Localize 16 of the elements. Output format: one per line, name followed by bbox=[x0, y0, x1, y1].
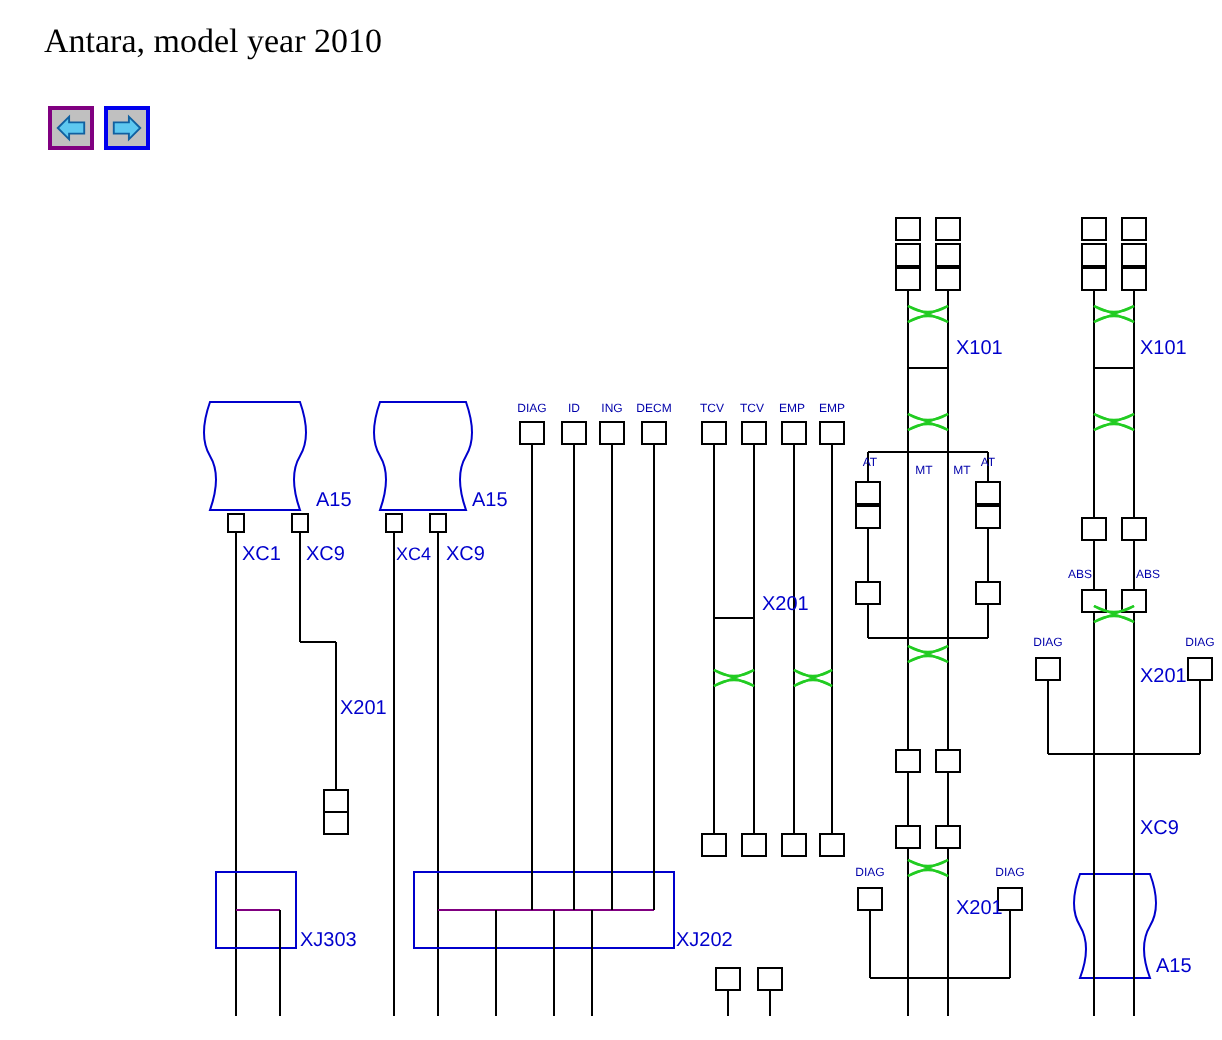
connector-label: X101 bbox=[1140, 338, 1187, 360]
connector-label: X101 bbox=[956, 338, 1003, 360]
connector-label: XC9 bbox=[306, 544, 345, 566]
connector-label: XC9 bbox=[1140, 818, 1179, 840]
connector-label: XC9 bbox=[446, 544, 485, 566]
connector-label: XC1 bbox=[242, 544, 281, 566]
connector-label: XJ202 bbox=[676, 930, 733, 952]
connector-label: X201 bbox=[1140, 666, 1187, 688]
page-title: Antara, model year 2010 bbox=[44, 22, 384, 62]
connector-label: XC4 bbox=[396, 544, 432, 564]
connector-label: X201 bbox=[340, 698, 387, 720]
diagram-module-label: A15 bbox=[1156, 956, 1192, 978]
diagram-module-label: A15 bbox=[316, 490, 352, 512]
connector-label: X201 bbox=[956, 898, 1003, 920]
connector-label: XJ303 bbox=[300, 930, 357, 952]
diagram-module-label: A15 bbox=[472, 490, 508, 512]
